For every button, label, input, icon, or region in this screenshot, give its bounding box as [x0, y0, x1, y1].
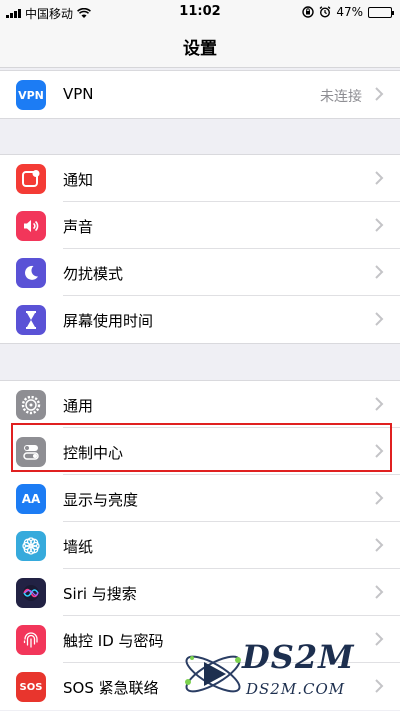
sounds-icon: [16, 211, 46, 241]
vpn-icon-text: VPN: [18, 88, 44, 102]
settings-row-label: 触控 ID 与密码: [63, 632, 164, 650]
chevron-right-icon: [375, 538, 384, 552]
watermark-logo-icon: [185, 655, 241, 693]
gear-icon: [16, 390, 46, 420]
rotation-lock-icon: [302, 6, 315, 18]
settings-row-notifications[interactable]: 通知: [0, 155, 400, 202]
settings-row-label: SOS 紧急联络: [63, 679, 159, 697]
settings-row-screen-time[interactable]: 屏幕使用时间: [0, 296, 400, 343]
fingerprint-icon: [16, 625, 46, 655]
chevron-right-icon: [375, 444, 384, 458]
chevron-right-icon: [375, 312, 384, 326]
wallpaper-icon: [16, 531, 46, 561]
sos-icon: SOS: [16, 672, 46, 702]
page-title: 设置: [183, 39, 217, 59]
do-not-disturb-icon: [16, 258, 46, 288]
settings-row-display-brightness[interactable]: AA 显示与亮度: [0, 475, 400, 522]
settings-row-vpn[interactable]: VPN VPN 未连接: [0, 71, 400, 118]
settings-row-label: Siri 与搜索: [63, 585, 137, 603]
siri-icon: [16, 578, 46, 608]
settings-row-label: VPN: [63, 85, 94, 103]
display-icon-text: AA: [21, 492, 41, 506]
sos-icon-text: SOS: [19, 681, 43, 693]
settings-row-label: 控制中心: [63, 444, 124, 462]
navigation-bar: 设置: [0, 24, 400, 68]
chevron-right-icon: [375, 265, 384, 279]
settings-row-label: 通用: [63, 397, 94, 415]
settings-row-label: 声音: [63, 218, 94, 236]
settings-row-general[interactable]: 通用: [0, 381, 400, 428]
chevron-right-icon: [375, 218, 384, 232]
settings-row-label: 墙纸: [63, 538, 94, 556]
battery-percent: 47%: [336, 5, 363, 19]
settings-row-do-not-disturb[interactable]: 勿扰模式: [0, 249, 400, 296]
settings-row-control-center[interactable]: 控制中心: [0, 428, 400, 475]
vpn-status-value: 未连接: [320, 89, 362, 105]
settings-row-label: 屏幕使用时间: [63, 312, 154, 330]
screen-time-icon: [16, 305, 46, 335]
settings-row-label: 勿扰模式: [63, 265, 124, 283]
notifications-icon: [16, 164, 46, 194]
display-brightness-icon: AA: [16, 484, 46, 514]
watermark-domain: DS2M.COM: [246, 680, 346, 698]
chevron-right-icon: [375, 491, 384, 505]
chevron-right-icon: [375, 397, 384, 411]
alarm-icon: [319, 6, 331, 18]
watermark: DS2M DS2M.COM: [180, 634, 396, 711]
chevron-right-icon: [375, 585, 384, 599]
chevron-right-icon: [375, 171, 384, 185]
settings-row-label: 显示与亮度: [63, 491, 139, 509]
status-right: 47%: [302, 5, 394, 19]
watermark-brand: DS2M: [242, 638, 355, 676]
settings-group-alerts: 通知 声音 勿扰模式 屏幕使用时间: [0, 154, 400, 344]
control-center-icon: [16, 437, 46, 467]
vpn-icon: VPN: [16, 80, 46, 110]
settings-row-wallpaper[interactable]: 墙纸: [0, 522, 400, 569]
chevron-right-icon: [375, 87, 384, 101]
settings-group-network: VPN VPN 未连接: [0, 70, 400, 119]
settings-row-label: 通知: [63, 171, 94, 189]
settings-row-siri-search[interactable]: Siri 与搜索: [0, 569, 400, 616]
status-bar: 中国移动 11:02 47%: [0, 0, 400, 24]
settings-row-sounds[interactable]: 声音: [0, 202, 400, 249]
battery-icon: [368, 6, 394, 18]
